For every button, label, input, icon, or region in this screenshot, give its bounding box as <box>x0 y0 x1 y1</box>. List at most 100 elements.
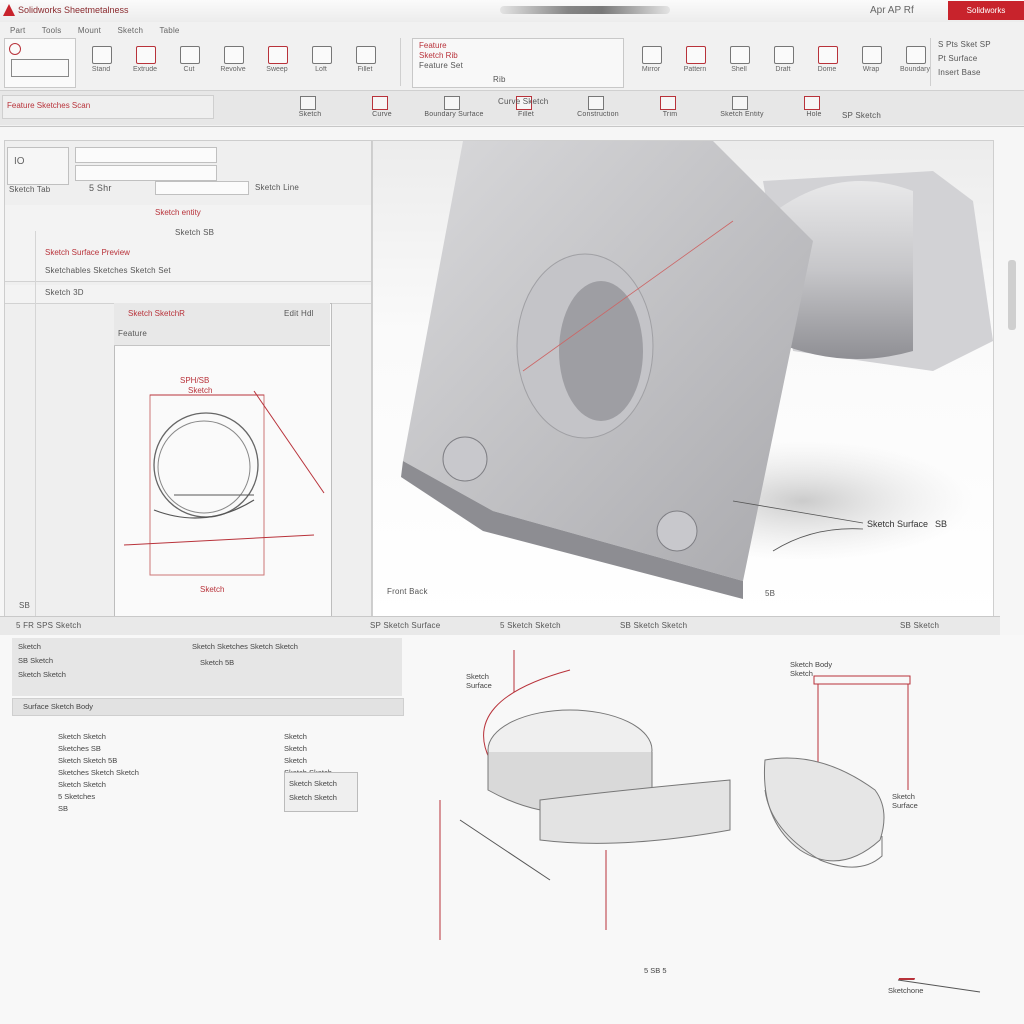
panel-row-5[interactable]: Sketch 3D <box>5 285 371 304</box>
panel-field-a[interactable] <box>75 147 217 163</box>
bottom-list-item-0[interactable]: Sketch Sketch <box>58 732 106 741</box>
home-thumbnail-icon <box>11 59 69 77</box>
bottom-list2-item-2[interactable]: Sketch <box>284 756 307 765</box>
sketch-canvas[interactable] <box>114 345 330 615</box>
row2-sb: SP Sketch <box>842 111 882 120</box>
status-item-2: 5 Sketch Sketch <box>500 621 561 630</box>
bottom-list-item-4[interactable]: Sketch Sketch <box>58 780 106 789</box>
row2-tool-label-6: Sketch Entity <box>720 111 764 118</box>
sketch-window-ref: Edit Hdl <box>284 309 314 318</box>
app-menu-button[interactable]: Solidworks <box>948 1 1024 20</box>
iso2-side-label: Sketch Surface <box>892 792 918 810</box>
note-box-line-0: Sketch Sketch <box>289 779 337 788</box>
row2-tool-label-2: Boundary Surface <box>424 111 484 118</box>
bottom-list2-item-1[interactable]: Sketch <box>284 744 307 753</box>
row2-search-field[interactable]: Feature Sketches Scan <box>2 95 214 119</box>
bottom-panel-line1: Sketch <box>18 642 41 651</box>
model-hole-right <box>656 510 698 552</box>
bottom-list2-item-0[interactable]: Sketch <box>284 732 307 741</box>
ribbon-right-0[interactable]: S Pts Sket SP <box>938 40 991 49</box>
bottom-list-item-2[interactable]: Sketch Sketch 5B <box>58 756 117 765</box>
feature-note-panel[interactable]: Feature Sketch Rib Feature Set Rib <box>412 38 624 88</box>
viewport-scrollbar[interactable] <box>1008 260 1016 330</box>
panel-row-1[interactable]: Sketch entity <box>5 205 371 224</box>
group_a-button-1[interactable]: Extrude <box>130 44 160 78</box>
feature-note-line-1: Sketch Rib <box>419 51 458 60</box>
ribbon-right-1[interactable]: Pt Surface <box>938 54 977 63</box>
panel-label-5shr: 5 Shr <box>89 183 112 193</box>
bottom-list-item-5[interactable]: 5 Sketches <box>58 792 95 801</box>
group_b-label-1: Pattern <box>683 66 707 73</box>
viewport-small-label: Front Back <box>387 587 428 596</box>
model-bore-inner <box>559 281 643 421</box>
row2-tool-1[interactable]: Curve <box>352 95 412 121</box>
group_a-button-5[interactable]: Loft <box>306 44 336 78</box>
row2-tool-0[interactable]: Sketch <box>280 95 340 121</box>
status-item-4: SB Sketch <box>900 621 940 630</box>
bottom-list-item-3[interactable]: Sketches Sketch Sketch <box>58 768 139 777</box>
ribbon-home-block[interactable] <box>4 38 76 88</box>
bottom-list-item-1[interactable]: Sketches SB <box>58 744 101 753</box>
panel-field-b[interactable] <box>75 165 217 181</box>
group_a-button-0[interactable]: Stand <box>86 44 116 78</box>
panel-field-c[interactable] <box>155 181 249 195</box>
group_b-icon-5 <box>862 46 882 64</box>
feature-note-line-2: Feature Set <box>419 61 464 70</box>
row2-tool-icon-2 <box>444 96 460 110</box>
group_b-label-3: Draft <box>775 66 791 73</box>
sketch-bottom-label: Sketch <box>200 585 225 594</box>
group_a-label-6: Fillet <box>357 66 373 73</box>
bottom-note-box[interactable]: Sketch Sketch Sketch Sketch <box>284 772 358 812</box>
panel-row5-text: Sketch 3D <box>45 288 84 297</box>
row2-tool-label-0: Sketch <box>298 111 322 118</box>
bottom-panel-center: Sketch 5B <box>200 658 235 667</box>
group_a-label-5: Loft <box>315 66 327 73</box>
ribbon-group-pattern: Mirror Pattern Shell Draft Dome Wrap Boundary <box>630 38 931 86</box>
status-item-1: SP Sketch Surface <box>370 621 441 630</box>
group_a-icon-4 <box>268 46 288 64</box>
row2-tool-label-1: Curve <box>372 111 392 118</box>
ribbon-right-2[interactable]: Insert Base <box>938 68 981 77</box>
panel-thumbnail[interactable]: IO <box>7 147 69 185</box>
panel-row-3[interactable]: Sketch Surface Preview <box>5 245 371 264</box>
panel-row-4[interactable]: Sketchables Sketches Sketch Set <box>5 263 371 282</box>
group_b-label-0: Mirror <box>641 66 661 73</box>
group_b-button-3[interactable]: Draft <box>768 44 798 78</box>
ribbon-group-features: Stand Extrude Cut Revolve Sweep Loft Fillet <box>80 38 401 86</box>
group_a-label-1: Extrude <box>132 66 158 73</box>
sketch-dim2: Sketch <box>188 386 213 395</box>
group_b-button-2[interactable]: Shell <box>724 44 754 78</box>
group_a-button-3[interactable]: Revolve <box>218 44 248 78</box>
bottom-list-item-6[interactable]: SB <box>58 804 68 813</box>
row2-tool-6[interactable]: Sketch Entity <box>712 95 772 121</box>
sketch-window-title: Sketch SketchR <box>128 309 185 318</box>
row2-tool-7[interactable]: Hole <box>784 95 844 121</box>
group_b-button-0[interactable]: Mirror <box>636 44 666 78</box>
group_b-button-4[interactable]: Dome <box>812 44 842 78</box>
group_a-button-4[interactable]: Sweep <box>262 44 292 78</box>
title-center-blur <box>500 6 670 14</box>
note-box-line-1: Sketch Sketch <box>289 793 337 802</box>
group_b-button-5[interactable]: Wrap <box>856 44 886 78</box>
panel-row-2[interactable]: Sketch SB <box>5 223 371 246</box>
row2-tool-2[interactable]: Boundary Surface <box>424 95 484 121</box>
group_b-button-6[interactable]: Boundary <box>900 44 930 78</box>
bottom-toolbar[interactable]: Surface Sketch Body <box>12 698 404 716</box>
row2-tool-label-5: Trim <box>662 111 678 118</box>
group_a-button-6[interactable]: Fillet <box>350 44 380 78</box>
status-item-0: 5 FR SPS Sketch <box>16 621 82 630</box>
group_a-label-3: Revolve <box>220 66 246 73</box>
bottom-panel-title: Sketch Sketches Sketch Sketch <box>192 642 298 651</box>
3d-viewport[interactable]: Sketch Surface SB Front Back 5B <box>372 140 994 620</box>
group_a-button-2[interactable]: Cut <box>174 44 204 78</box>
row2-tool-5[interactable]: Trim <box>640 95 700 121</box>
app-logo-icon[interactable] <box>3 4 15 16</box>
row2-tool-4[interactable]: Construction <box>568 95 628 121</box>
group_b-button-1[interactable]: Pattern <box>680 44 710 78</box>
group_b-icon-0 <box>642 46 662 64</box>
feature-note-line-3: Rib <box>493 75 506 84</box>
ribbon-row-secondary: Feature Sketches Scan Sketch Curve Boundar… <box>0 90 1024 125</box>
group_b-icon-2 <box>730 46 750 64</box>
group_b-label-4: Dome <box>817 66 837 73</box>
ribbon-tabs[interactable]: Part Tools Mount Sketch Table <box>10 26 180 35</box>
